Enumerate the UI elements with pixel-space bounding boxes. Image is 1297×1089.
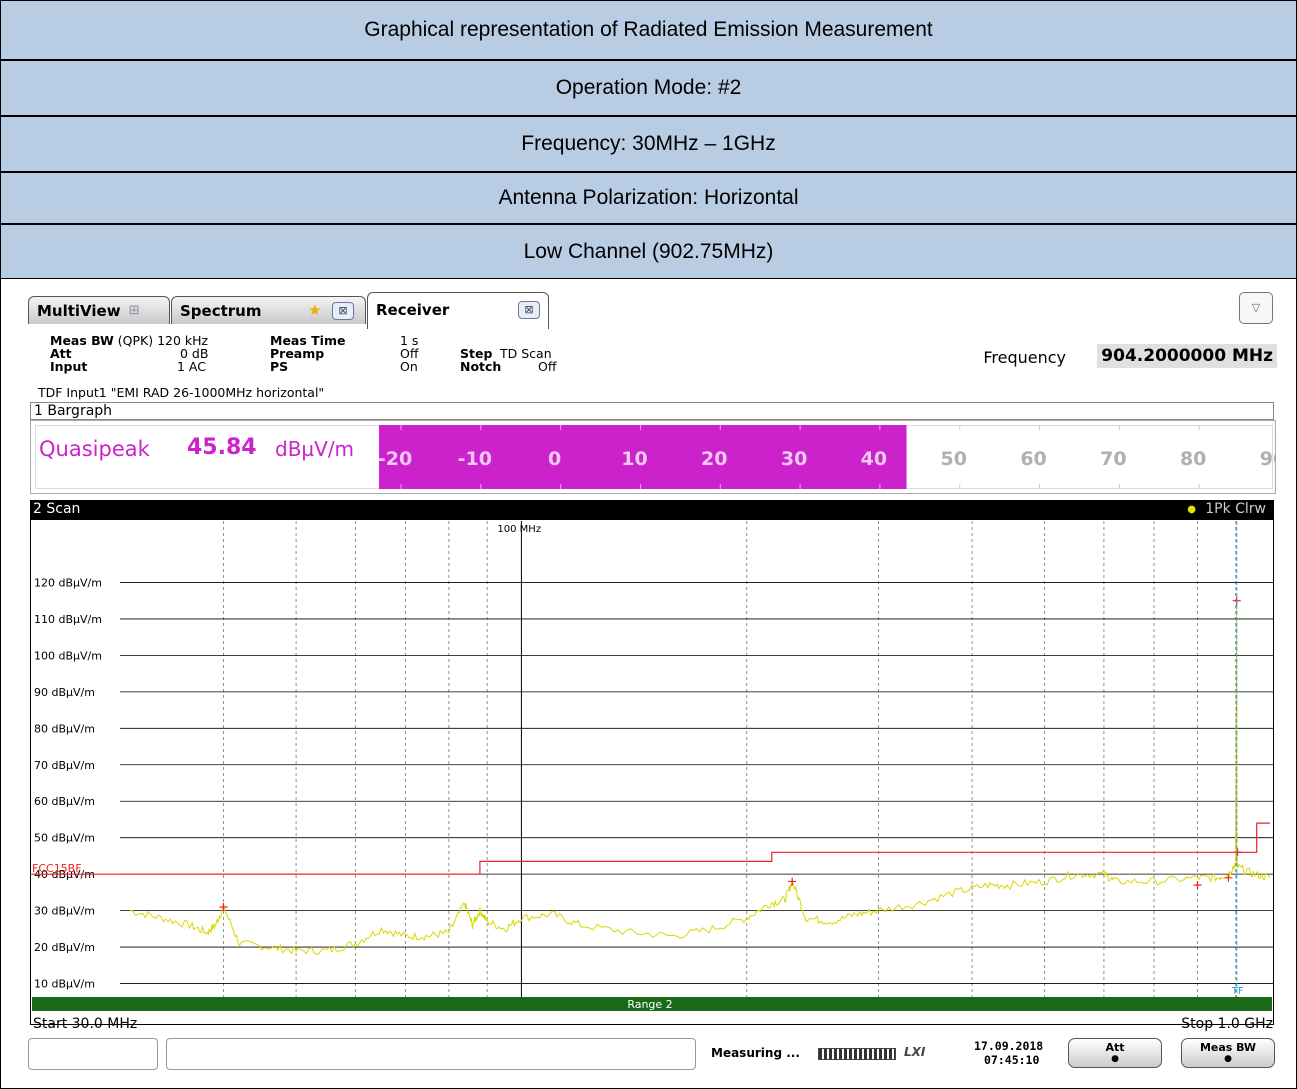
bargraph-value: 45.84 xyxy=(187,435,257,460)
bargraph-title: 1 Bargraph xyxy=(30,402,1274,420)
bargraph-tick-label: 0 xyxy=(548,448,561,470)
stop-frequency: Stop 1.0 GHz xyxy=(1181,1016,1273,1032)
scan-title: 2 Scan xyxy=(33,501,81,517)
bargraph-tick-label: -20 xyxy=(379,448,412,470)
tf-label: TF xyxy=(1231,986,1244,997)
polarization-text: Antenna Polarization: Horizontal xyxy=(498,186,799,209)
frequency-label: Frequency xyxy=(983,348,1066,367)
ps-value: On xyxy=(400,359,418,374)
ps-label: PS xyxy=(270,359,289,374)
y-tick-label: 100 dBµV/m xyxy=(34,649,102,662)
bargraph-scale: -20 -10 0 10 20 30 40 50 60 70 80 90 xyxy=(379,425,1275,489)
y-tick-label: 80 dBµV/m xyxy=(34,722,95,735)
scan-titlebar: 2 Scan ● 1Pk Clrw xyxy=(30,500,1274,519)
lxi-icon: LXI xyxy=(904,1045,926,1059)
y-tick-label: 70 dBµV/m xyxy=(34,759,95,772)
operation-mode-row: Operation Mode: #2 xyxy=(0,60,1297,116)
tab-receiver[interactable]: Receiver ⊠ xyxy=(367,292,549,329)
att-button[interactable]: Att ● xyxy=(1068,1038,1162,1068)
polarization-row: Antenna Polarization: Horizontal xyxy=(0,172,1297,224)
settings-panel-2: Meas Time 1 s Preamp Off PS On xyxy=(270,334,418,373)
y-tick-label: 110 dBµV/m xyxy=(34,613,102,626)
tab-multiview-label: MultiView xyxy=(37,301,121,320)
scan-chart: 100 MHz 120 dBµV/m 110 dBµV/m 100 dBµV/m 90 … xyxy=(30,519,1274,1025)
bargraph-tick-label: -10 xyxy=(458,448,492,470)
scan-background xyxy=(30,519,1274,1025)
y-tick-label: 60 dBµV/m xyxy=(34,795,95,808)
tab-multiview[interactable]: MultiView ⊞ xyxy=(28,296,170,324)
settings-panel: Meas BW (QPK) 120 kHz Att 0 dB Input 1 AC xyxy=(50,334,208,373)
measuring-text: Measuring ... xyxy=(711,1046,800,1060)
bargraph-tick-label: 30 xyxy=(781,448,807,470)
bargraph-unit: dBµV/m xyxy=(275,437,355,461)
frequency-row: Frequency: 30MHz – 1GHz xyxy=(0,116,1297,172)
y-tick-label: 50 dBµV/m xyxy=(34,832,95,845)
report-title-text: Graphical representation of Radiated Emi… xyxy=(364,18,933,41)
grid-icon: ⊞ xyxy=(128,303,140,318)
range-label: Range 2 xyxy=(627,998,672,1011)
star-icon: ★ xyxy=(308,301,322,319)
settings-panel-3: Step TD Scan Notch Off xyxy=(460,347,556,373)
tab-receiver-label: Receiver xyxy=(376,301,450,319)
channel-row: Low Channel (902.75MHz) xyxy=(0,224,1297,280)
status-date: 17.09.2018 xyxy=(974,1039,1044,1053)
status-time: 07:45:10 xyxy=(984,1053,1040,1067)
limit-line-label: FCC15BF xyxy=(32,862,82,875)
bargraph-tick-label: 60 xyxy=(1020,448,1046,470)
att-led-icon: ● xyxy=(1111,1054,1119,1064)
y-tick-label: 10 dBµV/m xyxy=(34,978,95,991)
input-label: Input xyxy=(50,359,88,374)
notch-label: Notch xyxy=(460,359,502,374)
trace-dot-icon: ● xyxy=(1187,504,1196,515)
close-spectrum-icon[interactable]: ⊠ xyxy=(332,302,354,320)
bargraph-tick-label: 90 xyxy=(1260,448,1275,470)
bargraph-window: Quasipeak 45.84 dBµV/m -20 -10 0 10 20 30 40 50… xyxy=(30,420,1276,494)
input-value: 1 AC xyxy=(177,359,206,374)
y-tick-label: 30 dBµV/m xyxy=(34,905,95,918)
bargraph-tick-label: 70 xyxy=(1100,448,1126,470)
analyzer-screen: MultiView ⊞ Spectrum ★ ⊠ Receiver ⊠ ▽ Me… xyxy=(28,286,1281,1076)
dropdown-icon[interactable]: ▽ xyxy=(1239,292,1273,324)
bargraph-tick-label: 80 xyxy=(1180,448,1206,470)
meas-bw-button-label: Meas BW xyxy=(1199,1041,1257,1054)
preamp-label: Preamp xyxy=(270,346,325,361)
tab-spectrum-label: Spectrum xyxy=(180,301,262,320)
tdf-info: TDF Input1 "EMI RAD 26-1000MHz horizonta… xyxy=(38,385,325,400)
frequency-text: Frequency: 30MHz – 1GHz xyxy=(521,132,776,155)
report-title: Graphical representation of Radiated Emi… xyxy=(0,0,1297,60)
start-frequency: Start 30.0 MHz xyxy=(33,1016,138,1032)
tab-spectrum[interactable]: Spectrum ★ ⊠ xyxy=(171,296,366,324)
close-receiver-icon[interactable]: ⊠ xyxy=(518,301,540,319)
operation-mode-text: Operation Mode: #2 xyxy=(555,76,742,99)
bargraph-tick-label: 10 xyxy=(621,448,647,470)
bargraph-tick-label: 20 xyxy=(701,448,727,470)
channel-text: Low Channel (902.75MHz) xyxy=(523,240,774,263)
frequency-value[interactable]: 904.2000000 MHz xyxy=(1097,344,1277,368)
status-field-1 xyxy=(28,1038,158,1070)
progress-bar xyxy=(818,1048,896,1060)
meas-bw-button[interactable]: Meas BW ● xyxy=(1181,1038,1275,1068)
bargraph-tick-label: 40 xyxy=(861,448,887,470)
status-field-2 xyxy=(166,1038,696,1070)
meas-bw-mode: (QPK) xyxy=(117,333,154,348)
y-tick-label: 90 dBµV/m xyxy=(34,686,95,699)
att-button-label: Att xyxy=(1105,1041,1125,1054)
trace-label: 1Pk Clrw xyxy=(1205,501,1266,517)
y-tick-label: 120 dBµV/m xyxy=(34,576,102,589)
notch-value: Off xyxy=(538,359,557,374)
bargraph-tick-label: 50 xyxy=(941,448,967,470)
meas-bw-led-icon: ● xyxy=(1224,1054,1232,1064)
y-tick-label: 20 dBµV/m xyxy=(34,941,95,954)
bargraph-detector: Quasipeak xyxy=(39,437,150,461)
marker-100mhz-label: 100 MHz xyxy=(497,524,541,535)
